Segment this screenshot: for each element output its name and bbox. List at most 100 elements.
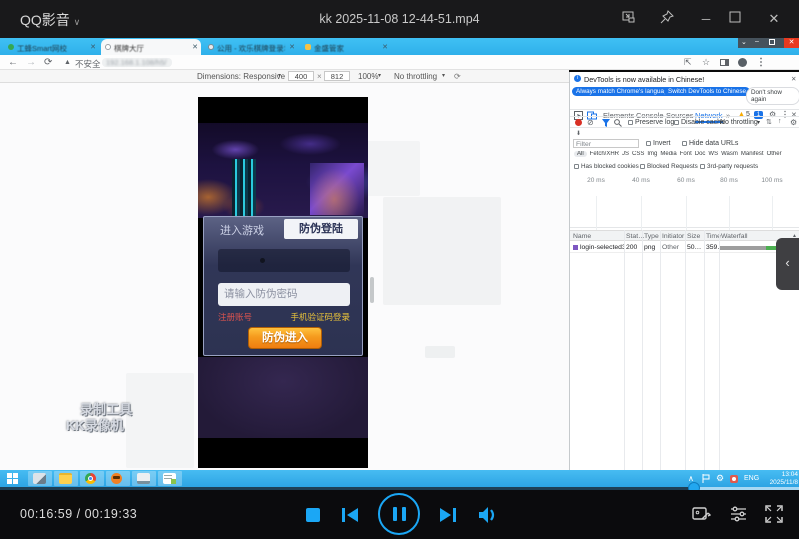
tray-clock: 13:04 2025/11/8	[766, 471, 798, 486]
side-drawer-handle: ‹	[776, 238, 799, 290]
previous-icon	[342, 508, 345, 522]
chevron-left-icon: ‹	[785, 255, 789, 270]
browser-tab-1: 工蜂Smart网校 ✕	[4, 39, 99, 55]
tab4-favicon-icon	[305, 44, 311, 50]
player-titlebar[interactable]: QQ影音 ∨ kk 2025-11-08 12-44-51.mp4 ─ ✕	[0, 0, 799, 38]
network-filter-row: Filter Invert Hide data URLs	[570, 138, 799, 150]
waterfall-stalled-bar	[719, 246, 766, 250]
chip: Other	[767, 151, 782, 157]
taskbar-app-window	[132, 471, 156, 486]
recorder-watermark: 录制工具 KK录像机	[66, 402, 132, 434]
bookmark-star-icon: ☆	[702, 57, 710, 68]
dimensions-select: Dimensions: Responsive	[197, 72, 285, 81]
tab4-title: 金盛管家	[314, 43, 382, 54]
third-party-checkbox: 3rd-party requests	[700, 163, 758, 170]
screenshot-tool-icon	[692, 505, 711, 523]
tab-antifake-login: 防伪登陆	[284, 219, 358, 239]
tray-gear-icon: ⚙	[716, 473, 724, 484]
checkbox-icon	[574, 164, 579, 169]
qq-player-window: QQ影音 ∨ kk 2025-11-08 12-44-51.mp4 ─ ✕	[0, 0, 799, 539]
throttle-chevron-icon: ▾	[442, 72, 445, 79]
throttling-chevron-icon: ▾	[757, 119, 760, 126]
chip: Media	[660, 151, 676, 157]
tick-label: 20 ms	[587, 177, 605, 184]
screenshot-tool-button[interactable]	[692, 505, 711, 523]
video-display-area[interactable]: 工蜂Smart网校 ✕ 棋牌大厅 ✕ 公用 - 欢乐棋牌登录地址 ✕ 金盛管家 …	[0, 38, 799, 487]
minimize-button[interactable]: ─	[696, 10, 716, 28]
profile-avatar-icon	[738, 58, 747, 67]
request-filters-row: Has blocked cookies Blocked Requests 3rd…	[570, 162, 799, 173]
dialog-links: 注册账号 手机验证码登录	[218, 311, 350, 323]
volume-button[interactable]	[477, 506, 499, 524]
tray-flag-icon	[702, 474, 711, 483]
game-viewport: 进入游戏 防伪登陆 请输入防伪密码 注册账号 手机验证码登录 防伪进入	[198, 97, 368, 468]
dimensions-times: ×	[317, 72, 322, 81]
next-icon	[440, 508, 451, 522]
col-type: Type	[644, 233, 659, 240]
url-text: 192.168.1.108/h5/	[106, 58, 166, 67]
disable-cache-checkbox: Disable cache	[674, 119, 725, 126]
viewport-width-field: 400	[288, 71, 314, 81]
stop-icon	[306, 508, 320, 522]
reload-icon: ⟳	[44, 57, 52, 68]
stop-button[interactable]	[306, 508, 320, 522]
browser-menu-kebab-icon: ⋮	[756, 57, 766, 68]
blocked-cookies-checkbox: Has blocked cookies	[574, 163, 639, 170]
back-icon: ←	[8, 57, 18, 68]
close-button[interactable]: ✕	[764, 10, 784, 28]
chip: Font	[680, 151, 692, 157]
minimize-icon: ─	[702, 12, 711, 26]
clear-network-icon: ⊘	[587, 118, 594, 127]
game-scene-background	[198, 123, 368, 218]
maximize-button[interactable]	[729, 10, 749, 28]
pin-icon	[660, 10, 674, 24]
tab2-close-icon: ✕	[192, 43, 198, 51]
switch-chinese-button: Switch DevTools to Chinese	[664, 87, 750, 96]
cursor-dot	[260, 258, 265, 263]
info-icon: i	[574, 75, 581, 82]
player-control-bar: 00:16:59 / 00:19:33	[0, 490, 799, 539]
network-conditions-icon: ⇅	[766, 118, 772, 126]
network-mini-row: ⬇	[570, 130, 799, 138]
device-toolbar: Dimensions: Responsive ▾ 400 × 812 100% …	[0, 70, 569, 83]
taskbar-file-explorer	[54, 471, 78, 486]
filter-funnel-icon	[602, 119, 610, 127]
close-icon: ✕	[769, 11, 780, 26]
folder-icon	[59, 473, 72, 484]
infobar-close-icon: ✕	[791, 75, 796, 83]
orange-app-icon	[111, 473, 122, 484]
request-initiator: Other	[662, 244, 679, 251]
chip: Img	[647, 151, 657, 157]
login-dialog: 进入游戏 防伪登陆 请输入防伪密码 注册账号 手机验证码登录 防伪进入	[203, 216, 363, 356]
timeline-overview: 20 ms 40 ms 60 ms 80 ms 100 ms	[570, 174, 799, 228]
mini-mode-button[interactable]	[622, 10, 642, 28]
notepad-icon	[163, 473, 176, 484]
tray-date: 2025/11/8	[770, 479, 798, 486]
tray-time: 13:04	[782, 471, 798, 478]
tick-label: 40 ms	[632, 177, 650, 184]
tab3-title: 公用 - 欢乐棋牌登录地址	[217, 43, 285, 54]
content-scrollbar-thumb	[370, 277, 374, 303]
rotate-viewport-icon: ⟳	[454, 72, 461, 81]
browser-tabstrip: 工蜂Smart网校 ✕ 棋牌大厅 ✕ 公用 - 欢乐棋牌登录地址 ✕ 金盛管家 …	[0, 38, 799, 55]
chip: Fetch/XHR	[590, 151, 619, 157]
captured-maximize-icon	[769, 39, 775, 45]
pause-button[interactable]	[378, 493, 420, 535]
fullscreen-button[interactable]	[765, 505, 783, 523]
pin-on-top-button[interactable]	[660, 10, 680, 28]
watermark-line1: 录制工具	[66, 402, 132, 417]
throttle-select: No throttling	[394, 72, 437, 81]
video-artifact	[383, 197, 501, 305]
account-input	[218, 249, 350, 272]
forward-icon: →	[26, 57, 36, 68]
settings-button[interactable]	[729, 505, 748, 523]
network-throttling-select: No throttling	[720, 119, 758, 126]
video-artifact	[425, 346, 455, 358]
chrome-icon	[85, 473, 96, 484]
not-secure-warning-icon: ▲	[64, 59, 71, 66]
chip-all-selected: All	[574, 151, 587, 157]
chip: JS	[622, 151, 629, 157]
request-name: login-selected3279…	[580, 244, 624, 251]
checkbox-icon	[674, 120, 679, 125]
stage-screen	[310, 163, 364, 215]
